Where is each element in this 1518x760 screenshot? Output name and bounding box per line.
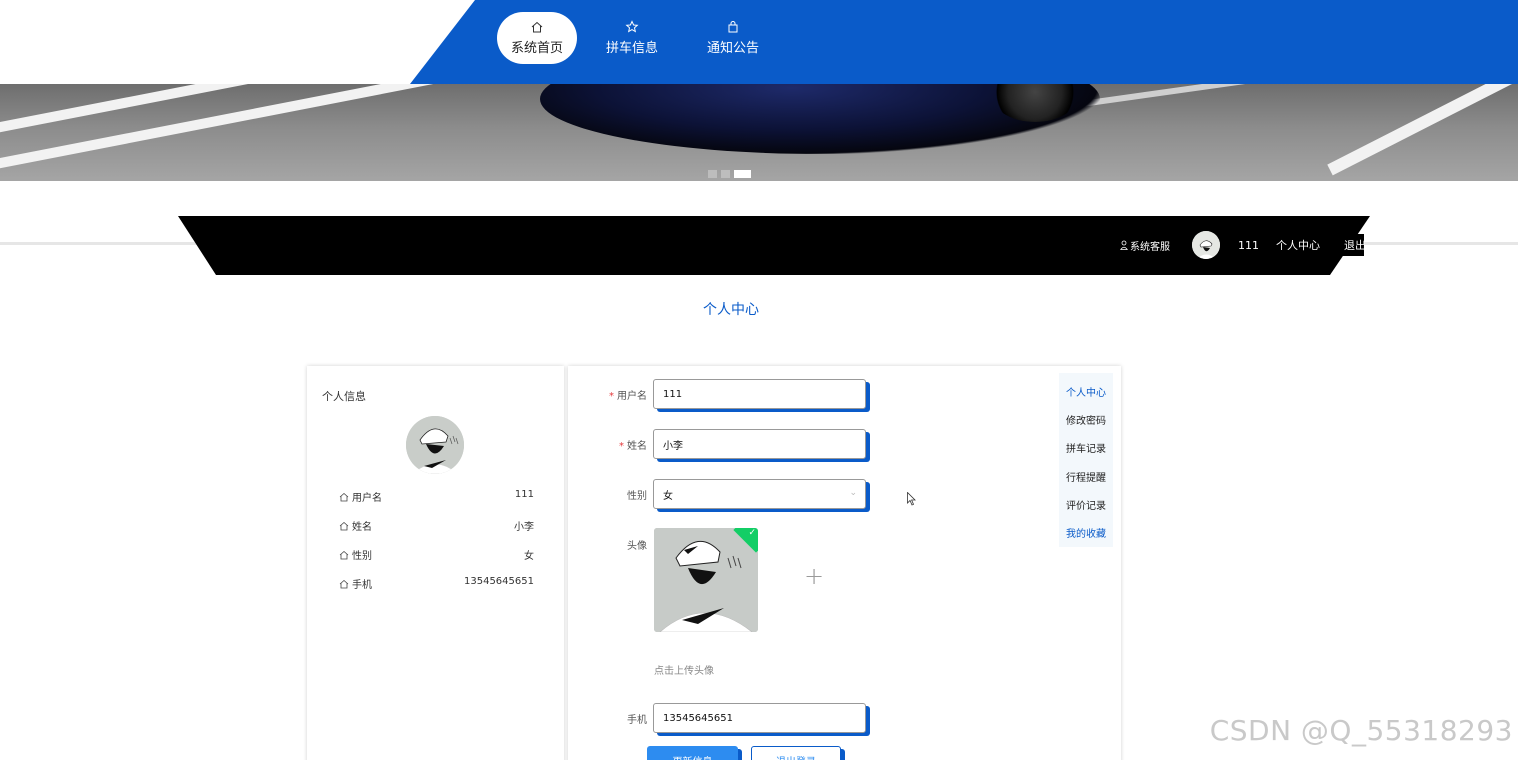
profile-row-value: 111 bbox=[514, 489, 534, 500]
road-stripe bbox=[0, 84, 531, 172]
profile-row-phone: 手机 13545645651 bbox=[339, 576, 534, 591]
avatar-image bbox=[1192, 231, 1220, 259]
upload-avatar-hint: 点击上传头像 bbox=[654, 666, 714, 677]
carousel-dot[interactable] bbox=[721, 170, 730, 178]
profile-card: 个人信息 用户名 111 姓名 小李 性别 女 手机 13545645651 bbox=[307, 366, 564, 760]
user-bar-content: 系统客服 111 个人中心 退出 bbox=[1120, 230, 1366, 260]
profile-row-username: 用户名 111 bbox=[339, 489, 534, 504]
username-field-value: 111 bbox=[663, 388, 683, 400]
avatar-upload-preview[interactable]: ✓ bbox=[654, 528, 758, 632]
username-label-text: 用户名 bbox=[617, 391, 647, 402]
profile-avatar bbox=[406, 416, 464, 474]
profile-row-value: 13545645651 bbox=[464, 576, 534, 587]
gender-select[interactable]: 女 ⌄ bbox=[653, 479, 866, 509]
profile-row-key: 姓名 bbox=[352, 522, 372, 533]
profile-row-value: 小李 bbox=[514, 522, 534, 533]
profile-row-key: 用户名 bbox=[352, 493, 382, 504]
chevron-down-icon: ⌄ bbox=[849, 488, 857, 498]
avatar-image bbox=[406, 416, 464, 474]
profile-row-key: 手机 bbox=[352, 580, 372, 591]
name-label: * 姓名 bbox=[619, 437, 647, 452]
username-label: 111 bbox=[1238, 238, 1259, 252]
name-field[interactable]: 小李 bbox=[653, 429, 866, 459]
username-label: * 用户名 bbox=[609, 387, 647, 402]
name-label-text: 姓名 bbox=[627, 441, 647, 452]
update-info-button[interactable]: 更新信息 bbox=[647, 746, 738, 760]
home-icon bbox=[339, 550, 349, 559]
gender-label: 性别 bbox=[627, 487, 647, 502]
nav-item-label: 拼车信息 bbox=[605, 41, 658, 56]
profile-row-gender: 性别 女 bbox=[339, 547, 534, 562]
road-stripe bbox=[1327, 84, 1518, 176]
profile-row-value: 女 bbox=[524, 551, 534, 562]
mouse-cursor-icon bbox=[907, 492, 916, 506]
gender-select-value: 女 bbox=[663, 490, 673, 502]
phone-field[interactable]: 13545645651 bbox=[653, 703, 866, 733]
top-navbar: 系统首页 拼车信息 通知公告 bbox=[0, 0, 1518, 84]
banner-carousel bbox=[0, 84, 1518, 181]
home-icon bbox=[339, 579, 349, 588]
avatar-image bbox=[654, 528, 758, 632]
nav-item-label: 通知公告 bbox=[706, 41, 759, 56]
side-menu-item-favorites[interactable]: 我的收藏 bbox=[1059, 518, 1113, 546]
side-menu-item-carpool-records[interactable]: 拼车记录 bbox=[1059, 434, 1113, 462]
customer-service-label: 系统客服 bbox=[1130, 241, 1170, 253]
carousel-dots bbox=[708, 170, 751, 178]
nav-item-notice[interactable]: 通知公告 bbox=[698, 12, 768, 64]
user-icon bbox=[1120, 240, 1128, 250]
required-mark: * bbox=[609, 391, 614, 402]
side-menu-item-personal-center[interactable]: 个人中心 bbox=[1059, 377, 1113, 405]
phone-field-value: 13545645651 bbox=[663, 712, 733, 724]
check-icon: ✓ bbox=[748, 528, 756, 538]
side-menu-item-change-password[interactable]: 修改密码 bbox=[1059, 405, 1113, 433]
profile-form: * 用户名 111 * 姓名 小李 性别 女 ⌄ 头像 ✓ + 点击上传头像 手机 bbox=[568, 366, 1121, 760]
star-icon bbox=[625, 20, 639, 33]
customer-service-link[interactable]: 系统客服 bbox=[1120, 238, 1170, 253]
logout-button[interactable]: 退出登录 bbox=[751, 746, 841, 760]
required-mark: * bbox=[619, 441, 624, 452]
avatar[interactable] bbox=[1192, 231, 1220, 259]
bag-icon bbox=[728, 21, 738, 33]
nav-item-carpool[interactable]: 拼车信息 bbox=[597, 12, 667, 64]
nav-item-label: 系统首页 bbox=[510, 41, 563, 56]
side-menu-item-trip-reminder[interactable]: 行程提醒 bbox=[1059, 462, 1113, 490]
avatar-label: 头像 bbox=[627, 537, 647, 552]
phone-label-text: 手机 bbox=[627, 715, 647, 726]
phone-label: 手机 bbox=[627, 711, 647, 726]
watermark: CSDN @Q_55318293 bbox=[1209, 714, 1513, 747]
logout-link[interactable]: 退出 bbox=[1344, 237, 1366, 253]
page-title: 个人中心 bbox=[703, 302, 759, 318]
profile-card-title: 个人信息 bbox=[322, 390, 366, 403]
side-menu-item-review-records[interactable]: 评价记录 bbox=[1059, 490, 1113, 518]
username-field[interactable]: 111 bbox=[653, 379, 866, 409]
plus-icon[interactable]: + bbox=[804, 562, 824, 590]
home-icon bbox=[339, 492, 349, 501]
name-field-value: 小李 bbox=[663, 440, 683, 452]
profile-row-name: 姓名 小李 bbox=[339, 518, 534, 533]
carousel-dot-active[interactable] bbox=[734, 170, 751, 178]
carousel-dot[interactable] bbox=[708, 170, 717, 178]
home-icon bbox=[339, 521, 349, 530]
profile-row-key: 性别 bbox=[352, 551, 372, 562]
side-menu: 个人中心 修改密码 拼车记录 行程提醒 评价记录 我的收藏 bbox=[1059, 373, 1113, 547]
personal-center-link[interactable]: 个人中心 bbox=[1276, 237, 1320, 253]
nav-item-home[interactable]: 系统首页 bbox=[497, 12, 577, 64]
home-icon bbox=[531, 21, 543, 33]
gender-label-text: 性别 bbox=[627, 491, 647, 502]
avatar-label-text: 头像 bbox=[627, 541, 647, 552]
